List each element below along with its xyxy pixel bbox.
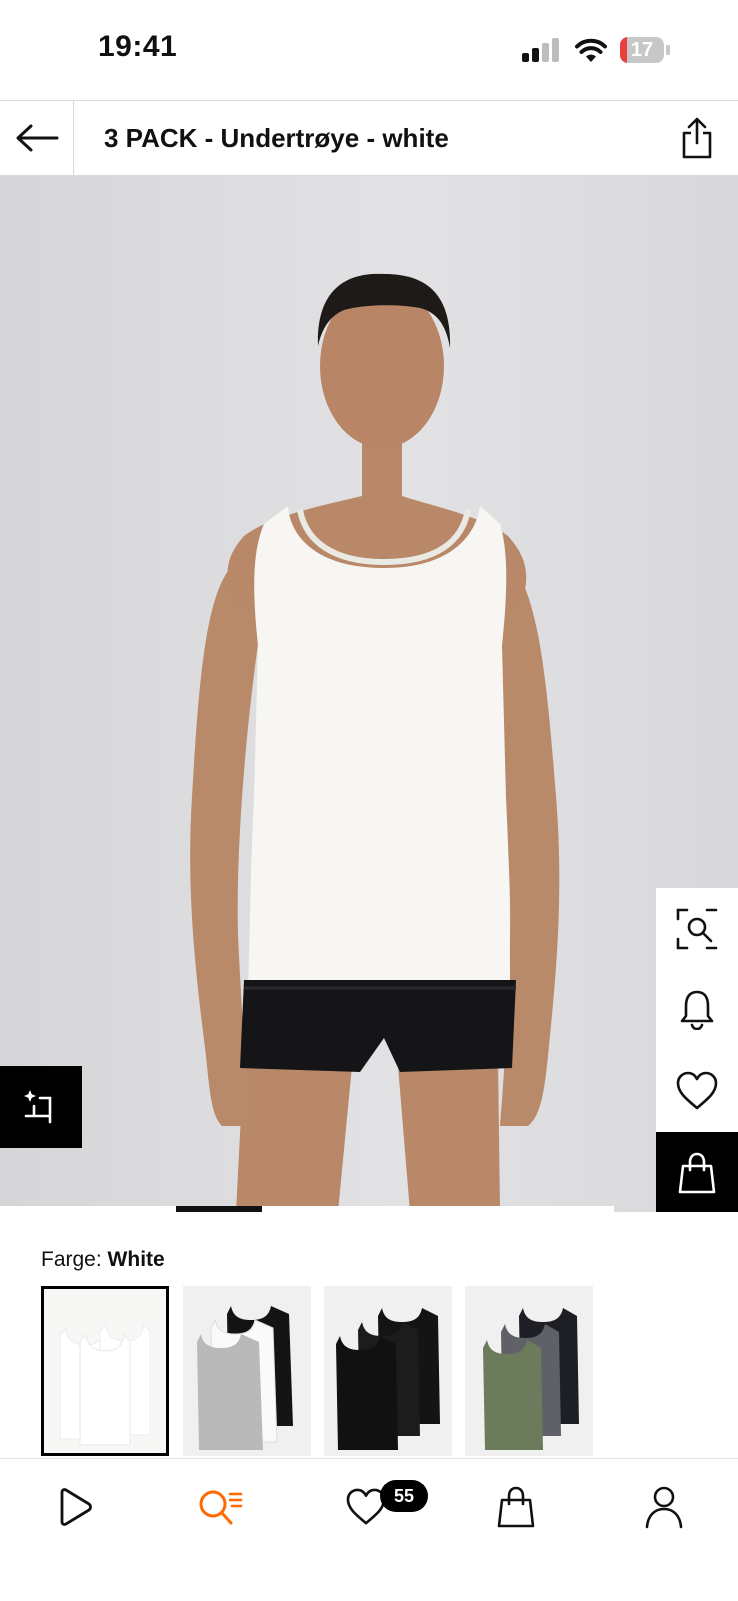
- battery-percent: 17: [630, 39, 654, 61]
- bottom-navigation: 55: [0, 1458, 738, 1601]
- share-button[interactable]: [674, 115, 720, 161]
- swatch-image: [465, 1286, 593, 1456]
- play-icon: [60, 1488, 92, 1526]
- back-button[interactable]: [0, 101, 74, 175]
- nav-search[interactable]: [190, 1477, 250, 1537]
- wishlist-button[interactable]: [656, 1050, 738, 1132]
- swatch-image: [183, 1286, 311, 1456]
- user-icon: [645, 1486, 683, 1529]
- price-alert-button[interactable]: [656, 968, 738, 1050]
- color-swatch-green-grey-black[interactable]: [465, 1286, 593, 1456]
- nav-discover[interactable]: [44, 1477, 104, 1537]
- color-swatch-grey-black-white[interactable]: [183, 1286, 311, 1456]
- product-photo: [190, 273, 560, 1212]
- visual-search-icon: [676, 908, 718, 950]
- battery-icon: 17: [620, 37, 670, 63]
- try-on-button[interactable]: [0, 1066, 82, 1148]
- nav-profile[interactable]: [634, 1477, 694, 1537]
- page-title: 3 PACK - Undertrøye - white: [104, 123, 449, 153]
- search-list-icon: [199, 1490, 243, 1525]
- wishlist-count-badge: 55: [380, 1480, 428, 1512]
- selected-color-name: White: [107, 1248, 165, 1271]
- status-bar: 19:41 17: [0, 0, 738, 100]
- add-to-bag-button[interactable]: [656, 1132, 738, 1212]
- bell-icon: [680, 990, 714, 1030]
- share-icon: [682, 117, 712, 159]
- swatch-image: [324, 1286, 452, 1456]
- color-label-prefix: Farge:: [41, 1248, 102, 1271]
- status-time: 19:41: [98, 30, 178, 63]
- product-image-carousel[interactable]: [0, 176, 738, 1212]
- product-header: 3 PACK - Undertrøye - white: [0, 100, 738, 176]
- swatch-image: [44, 1289, 166, 1453]
- color-label: Farge: White: [41, 1248, 165, 1272]
- sparkle-crop-icon: [24, 1090, 52, 1124]
- bag-icon: [678, 1152, 716, 1194]
- carousel-indicator[interactable]: [176, 1206, 262, 1212]
- cellular-signal-icon: [522, 38, 562, 62]
- arrow-left-icon: [16, 124, 58, 152]
- color-swatch-black[interactable]: [324, 1286, 452, 1456]
- product-actions-panel: [656, 888, 738, 1212]
- color-swatches: [41, 1286, 738, 1456]
- bag-icon: [497, 1486, 535, 1528]
- color-swatch-white[interactable]: [41, 1286, 169, 1456]
- visual-search-button[interactable]: [656, 888, 738, 970]
- carousel-track: [0, 1206, 614, 1212]
- nav-bag[interactable]: [486, 1477, 546, 1537]
- wifi-icon: [575, 38, 607, 62]
- heart-icon: [676, 1071, 718, 1110]
